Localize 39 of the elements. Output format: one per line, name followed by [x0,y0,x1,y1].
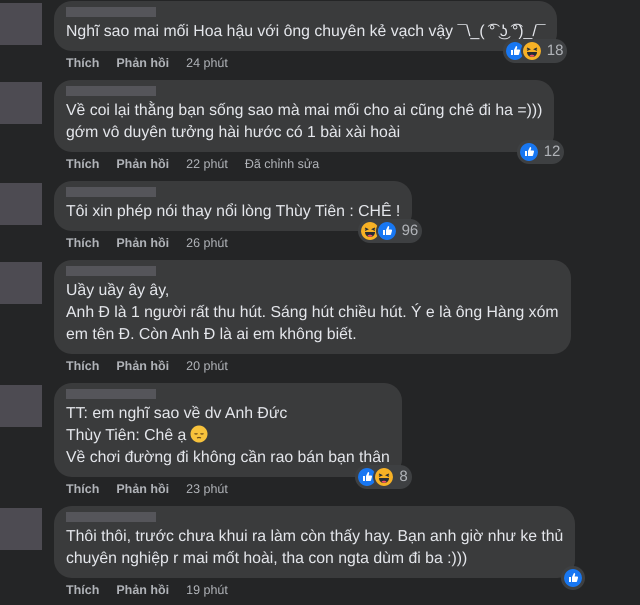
like-link[interactable]: Thích [66,55,100,71]
reply-link[interactable]: Phản hồi [116,55,170,71]
timestamp[interactable]: 26 phút [186,235,228,251]
timestamp[interactable]: 22 phút [186,156,228,172]
comment-text: Thôi thôi, trước chưa khui ra làm còn thấy hay. Bạn anh giờ như ke thủ [66,527,564,547]
edited-label: Đã chỉnh sửa [244,156,320,172]
avatar-placeholder [0,3,42,45]
timestamp[interactable]: 19 phút [186,582,228,598]
timestamp[interactable]: 23 phút [186,481,228,497]
reaction-count[interactable] [561,566,586,590]
reply-link[interactable]: Phản hồi [116,156,170,172]
comment-text: Uầy uầy ây ây, [66,281,170,301]
like-link[interactable]: Thích [66,358,100,374]
timestamp[interactable]: 24 phút [186,55,228,71]
comment-text: Anh Đ là 1 người rất thu hút. Sáng hút chiều hút. Ý e là ông Hàng xóm [66,302,559,323]
like-link[interactable]: Thích [66,235,100,251]
timestamp[interactable]: 20 phút [186,358,228,374]
avatar-placeholder [0,183,42,225]
reaction-count[interactable]: 96 [358,218,422,243]
reaction-count[interactable]: 8 [355,464,412,489]
comment-text: em tên Đ. Còn Anh Đ là ai em không biết. [66,325,358,345]
comment-text: Về coi lại thằng bạn sống sao mà mai mối cho ai cũng chê đi ha =))) [66,100,542,121]
like-link[interactable]: Thích [66,156,100,172]
reply-link[interactable]: Phản hồi [116,481,170,497]
comment-text: gớm vô duyên tưởng hài hước có 1 bài xài hoài [66,123,402,143]
avatar-placeholder [0,508,42,550]
reaction-count[interactable]: 12 [516,140,564,164]
reply-link[interactable]: Phản hồi [116,358,170,374]
avatar-placeholder [0,262,42,304]
comment-text: chuyên nghiệp r mai mốt hoài, tha con ngta dùm đi ba :))) [66,549,468,569]
reply-link[interactable]: Phản hồi [116,235,170,251]
like-link[interactable]: Thích [66,481,100,497]
reaction-count[interactable]: 18 [502,38,568,63]
reply-link[interactable]: Phản hồi [116,582,170,598]
avatar-placeholder [0,385,42,427]
comment-text: Thùy Tiên: Chê ạ [66,425,390,447]
like-link[interactable]: Thích [66,582,100,598]
comment-text: TT: em nghĩ sao về dv Anh Đức [66,404,288,424]
avatar-placeholder [0,82,42,124]
